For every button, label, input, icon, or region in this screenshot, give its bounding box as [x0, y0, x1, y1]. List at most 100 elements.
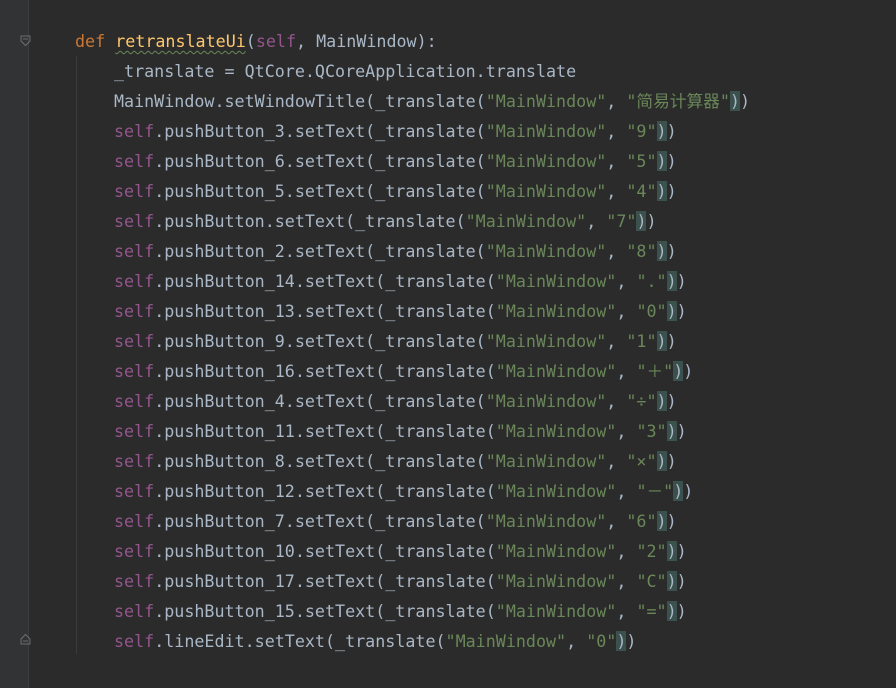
close-paren-outer: ) — [676, 541, 687, 561]
self-keyword: self — [114, 241, 155, 261]
string-value: "8" — [626, 241, 657, 261]
code-line: self.pushButton_12.setText(_translate("M… — [114, 476, 693, 506]
self-keyword: self — [114, 121, 155, 141]
fold-open-icon[interactable] — [20, 35, 31, 47]
string-value: "C" — [636, 571, 667, 591]
self-keyword: self — [114, 631, 155, 651]
self-keyword: self — [114, 181, 155, 201]
close-paren-inner: ) — [729, 91, 740, 111]
comma-separator: , — [606, 511, 627, 531]
comma-separator: , — [616, 481, 637, 501]
string-context: "MainWindow" — [485, 241, 607, 261]
code-line: self.pushButton_6.setText(_translate("Ma… — [114, 146, 677, 176]
close-paren-inner: ) — [673, 481, 684, 501]
string-value: "简易计算器" — [626, 91, 730, 111]
self-keyword: self — [114, 331, 155, 351]
self-keyword: self — [114, 511, 155, 531]
close-paren-outer: ) — [676, 301, 687, 321]
string-value: "÷" — [626, 391, 657, 411]
code-line: self.pushButton_5.setText(_translate("Ma… — [114, 176, 677, 206]
self-keyword: self — [114, 601, 155, 621]
string-value: "×" — [626, 451, 657, 471]
string-context: "MainWindow" — [495, 571, 617, 591]
code-call: .pushButton_11.setText(_translate( — [154, 421, 496, 441]
fold-close-icon[interactable] — [20, 633, 31, 645]
close-paren-outer: ) — [676, 271, 687, 291]
code-line: self.pushButton_16.setText(_translate("M… — [114, 356, 693, 386]
code-line: self.pushButton.setText(_translate("Main… — [114, 206, 657, 236]
code-line: self.pushButton_3.setText(_translate("Ma… — [114, 116, 677, 146]
close-paren-inner: ) — [656, 151, 667, 171]
string-context: "MainWindow" — [465, 211, 587, 231]
comma-separator: , — [606, 181, 627, 201]
code-line: self.pushButton_2.setText(_translate("Ma… — [114, 236, 677, 266]
code-call: .pushButton_16.setText(_translate( — [154, 361, 496, 381]
self-keyword: self — [114, 361, 155, 381]
code-call: .pushButton_12.setText(_translate( — [154, 481, 496, 501]
def-keyword: def — [75, 31, 106, 51]
string-context: "MainWindow" — [495, 541, 617, 561]
close-paren-inner: ) — [616, 631, 627, 651]
comma-separator: , — [616, 421, 637, 441]
code-editor[interactable]: def retranslateUi(self, MainWindow): _tr… — [0, 0, 896, 688]
code-call: .pushButton_3.setText(_translate( — [154, 121, 486, 141]
close-paren-outer: ) — [666, 511, 677, 531]
self-keyword: self — [114, 271, 155, 291]
close-paren-inner: ) — [666, 571, 677, 591]
string-context: "MainWindow" — [495, 271, 617, 291]
close-paren-inner: ) — [656, 331, 667, 351]
open-paren: ( — [245, 31, 256, 51]
close-paren-outer: ) — [676, 601, 687, 621]
string-context: "MainWindow" — [495, 481, 617, 501]
close-paren-outer: ) — [666, 181, 677, 201]
comma-separator: , — [616, 541, 637, 561]
code-call: .pushButton_2.setText(_translate( — [154, 241, 486, 261]
close-paren-inner: ) — [656, 181, 667, 201]
self-keyword: self — [114, 211, 155, 231]
code-call: .pushButton_4.setText(_translate( — [154, 391, 486, 411]
close-paren-outer: ) — [666, 121, 677, 141]
code-line: self.pushButton_10.setText(_translate("M… — [114, 536, 687, 566]
self-keyword: self — [114, 541, 155, 561]
code-call: _translate = QtCore.QCoreApplication.tra… — [114, 61, 577, 81]
close-paren-inner: ) — [666, 541, 677, 561]
function-name: retranslateUi — [115, 31, 246, 51]
string-context: "MainWindow" — [495, 361, 617, 381]
code-line: _translate = QtCore.QCoreApplication.tra… — [114, 56, 576, 86]
code-call: .pushButton_14.setText(_translate( — [154, 271, 496, 291]
string-value: "－" — [636, 481, 674, 501]
comma-separator: , — [616, 361, 637, 381]
string-value: "＋" — [636, 361, 674, 381]
self-param: self — [255, 31, 297, 51]
self-keyword: self — [114, 421, 155, 441]
string-context: "MainWindow" — [485, 451, 607, 471]
string-context: "MainWindow" — [485, 151, 607, 171]
string-context: "MainWindow" — [485, 511, 607, 531]
close-paren-inner: ) — [666, 421, 677, 441]
code-call: .pushButton_7.setText(_translate( — [154, 511, 486, 531]
string-context: "MainWindow" — [445, 631, 567, 651]
comma-separator: , — [606, 241, 627, 261]
code-line: self.pushButton_9.setText(_translate("Ma… — [114, 326, 677, 356]
comma-separator: , — [606, 451, 627, 471]
close-paren-outer: ) — [666, 151, 677, 171]
code-line: self.pushButton_4.setText(_translate("Ma… — [114, 386, 677, 416]
comma-separator: , — [616, 271, 637, 291]
code-line: self.lineEdit.setText(_translate("MainWi… — [114, 626, 636, 656]
comma-separator: , — [566, 631, 587, 651]
code-line: self.pushButton_15.setText(_translate("M… — [114, 596, 687, 626]
string-value: "0" — [636, 301, 667, 321]
code-call: .pushButton_17.setText(_translate( — [154, 571, 496, 591]
string-context: "MainWindow" — [485, 181, 607, 201]
string-context: "MainWindow" — [485, 391, 607, 411]
self-keyword: self — [114, 451, 155, 471]
string-context: "MainWindow" — [485, 331, 607, 351]
close-paren-outer: ) — [666, 331, 677, 351]
close-paren-inner: ) — [666, 301, 677, 321]
close-paren-outer: ) — [676, 421, 687, 441]
string-value: "6" — [626, 511, 657, 531]
comma-separator: , — [606, 91, 627, 111]
close-paren-inner: ) — [656, 391, 667, 411]
close-paren-inner: ) — [656, 451, 667, 471]
string-value: "3" — [636, 421, 667, 441]
